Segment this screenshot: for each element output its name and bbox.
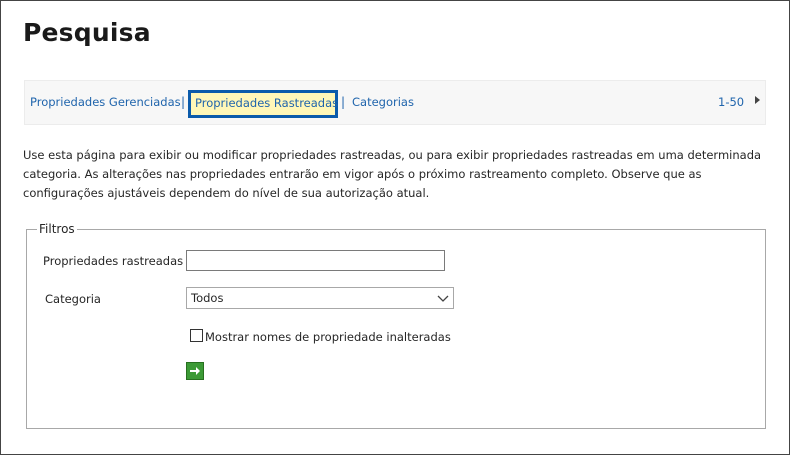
nav-categories-link[interactable]: Categorias bbox=[352, 81, 414, 124]
arrow-right-icon bbox=[190, 367, 200, 375]
page-description: Use esta página para exibir ou modificar… bbox=[23, 148, 762, 200]
nav-separator: | bbox=[181, 95, 186, 109]
category-select-value: Todos bbox=[191, 291, 224, 305]
apply-filter-button[interactable] bbox=[186, 362, 204, 380]
nav-separator: | bbox=[341, 95, 346, 109]
chevron-down-icon bbox=[437, 295, 449, 302]
property-nav-bar: Propriedades Gerenciadas | Propriedades … bbox=[24, 80, 766, 125]
nav-managed-properties-link[interactable]: Propriedades Gerenciadas bbox=[30, 81, 181, 124]
triangle-right-icon[interactable] bbox=[755, 96, 760, 104]
crawled-properties-input[interactable] bbox=[186, 250, 445, 271]
nav-crawled-properties-label: Propriedades Rastreadas bbox=[195, 96, 339, 110]
paging-range: 1-50 bbox=[718, 95, 745, 109]
category-label: Categoria bbox=[45, 292, 101, 306]
category-select[interactable]: Todos bbox=[186, 287, 454, 309]
show-unaltered-checkbox[interactable] bbox=[190, 329, 203, 342]
page-title: Pesquisa bbox=[23, 18, 151, 47]
filters-legend: Filtros bbox=[39, 222, 75, 236]
crawled-properties-label: Propriedades rastreadas bbox=[43, 254, 184, 268]
nav-crawled-properties-link[interactable]: Propriedades Rastreadas bbox=[188, 90, 338, 118]
show-unaltered-label: Mostrar nomes de propriedade inalteradas bbox=[205, 330, 451, 344]
